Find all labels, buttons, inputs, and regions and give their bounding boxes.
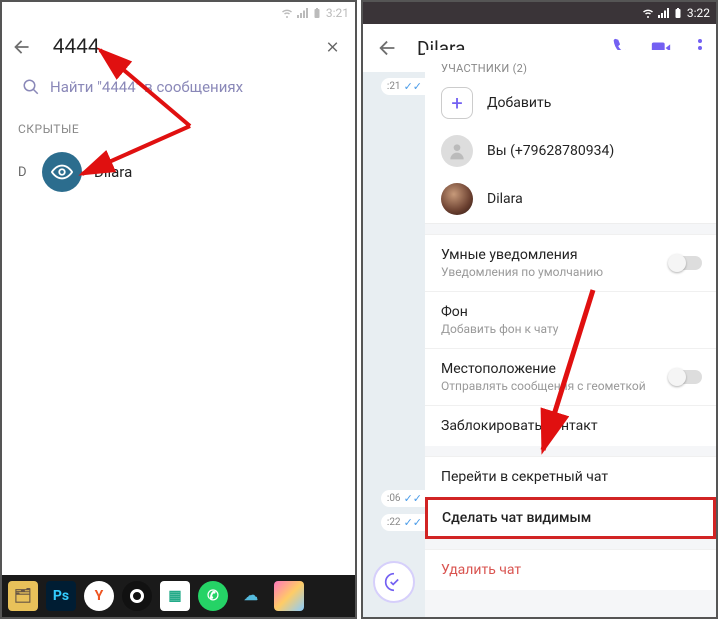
taskbar-whatsapp-icon[interactable]: ✆ [198,581,228,611]
setting-location[interactable]: Местоположение Отправлять сообщения с ге… [425,348,716,405]
status-time: 3:22 [687,6,710,20]
chat-background-strip: :21✓✓ :06✓✓ :22✓✓ [363,72,425,617]
toggle-switch[interactable] [670,256,702,270]
you-label: Вы (+79628780934) [487,143,614,159]
signal-icon [657,7,669,19]
toggle-switch[interactable] [670,370,702,384]
taskbar: 🗂 Ps Y ▦ ✆ ☁ [2,575,355,617]
avatar-photo [441,183,473,215]
taskbar-opera-icon[interactable] [122,581,152,611]
setting-background[interactable]: Фон Добавить фон к чату [425,291,716,348]
setting-delete-chat[interactable]: Удалить чат [425,549,716,590]
participant-contact[interactable]: Dilara [425,175,716,223]
info-panel: УЧАСТНИКИ (2) + Добавить Вы (+7962878093… [425,50,716,617]
wifi-icon [642,7,654,19]
setting-secret-chat[interactable]: Перейти в секретный чат [425,456,716,497]
hidden-contact-row[interactable]: D Dilara [2,144,355,200]
eye-icon [51,161,73,183]
setting-block-contact[interactable]: Заблокировать контакт [425,405,716,446]
phone-right: 3:22 Dilara :21✓✓ :06✓✓ :22✓✓ УЧАСТНИКИ … [361,0,718,619]
clear-icon[interactable] [324,38,341,56]
setting-make-visible[interactable]: Сделать чат видимым [425,497,716,539]
avatar-placeholder-icon [441,135,473,167]
setting-smart-notifications[interactable]: Умные уведомления Уведомления по умолчан… [425,234,716,291]
contact-name: Dilara [94,163,132,181]
taskbar-folder-icon[interactable]: 🗂 [8,581,38,611]
search-icon [22,78,40,96]
compose-button[interactable] [373,561,415,603]
battery-icon [672,7,684,19]
phone-left: 3:21 Найти "4444" в сообщениях СКРЫТЫЕ D… [0,0,357,619]
taskbar-gallery-icon[interactable] [274,581,304,611]
find-label: Найти "4444" в сообщениях [50,78,243,96]
alpha-divider: D [18,165,30,180]
taskbar-sheets-icon[interactable]: ▦ [160,581,190,611]
battery-icon [311,7,323,19]
back-icon[interactable] [12,36,33,58]
wifi-icon [281,7,293,19]
msg-time: :21✓✓ [381,78,425,95]
back-icon[interactable] [377,37,399,59]
status-bar: 3:21 [2,2,355,24]
msg-time: :22✓✓ [381,514,425,531]
search-row [2,24,355,70]
taskbar-cloud-icon[interactable]: ☁ [236,581,266,611]
msg-time: :06✓✓ [381,490,425,507]
search-input[interactable] [53,35,324,59]
plus-icon: + [441,87,473,119]
signal-icon [296,7,308,19]
taskbar-photoshop-icon[interactable]: Ps [46,581,76,611]
hidden-header: СКРЫТЫЕ [2,108,355,144]
status-time: 3:21 [326,6,349,20]
add-participant-row[interactable]: + Добавить [425,79,716,127]
status-bar: 3:22 [363,2,716,24]
add-label: Добавить [487,95,551,111]
participants-header: УЧАСТНИКИ (2) [425,50,716,79]
contact-label: Dilara [487,191,523,207]
hidden-avatar [42,152,82,192]
find-in-messages[interactable]: Найти "4444" в сообщениях [2,70,355,108]
participant-you[interactable]: Вы (+79628780934) [425,127,716,175]
taskbar-yandex-icon[interactable]: Y [84,581,114,611]
compose-icon [384,572,404,592]
